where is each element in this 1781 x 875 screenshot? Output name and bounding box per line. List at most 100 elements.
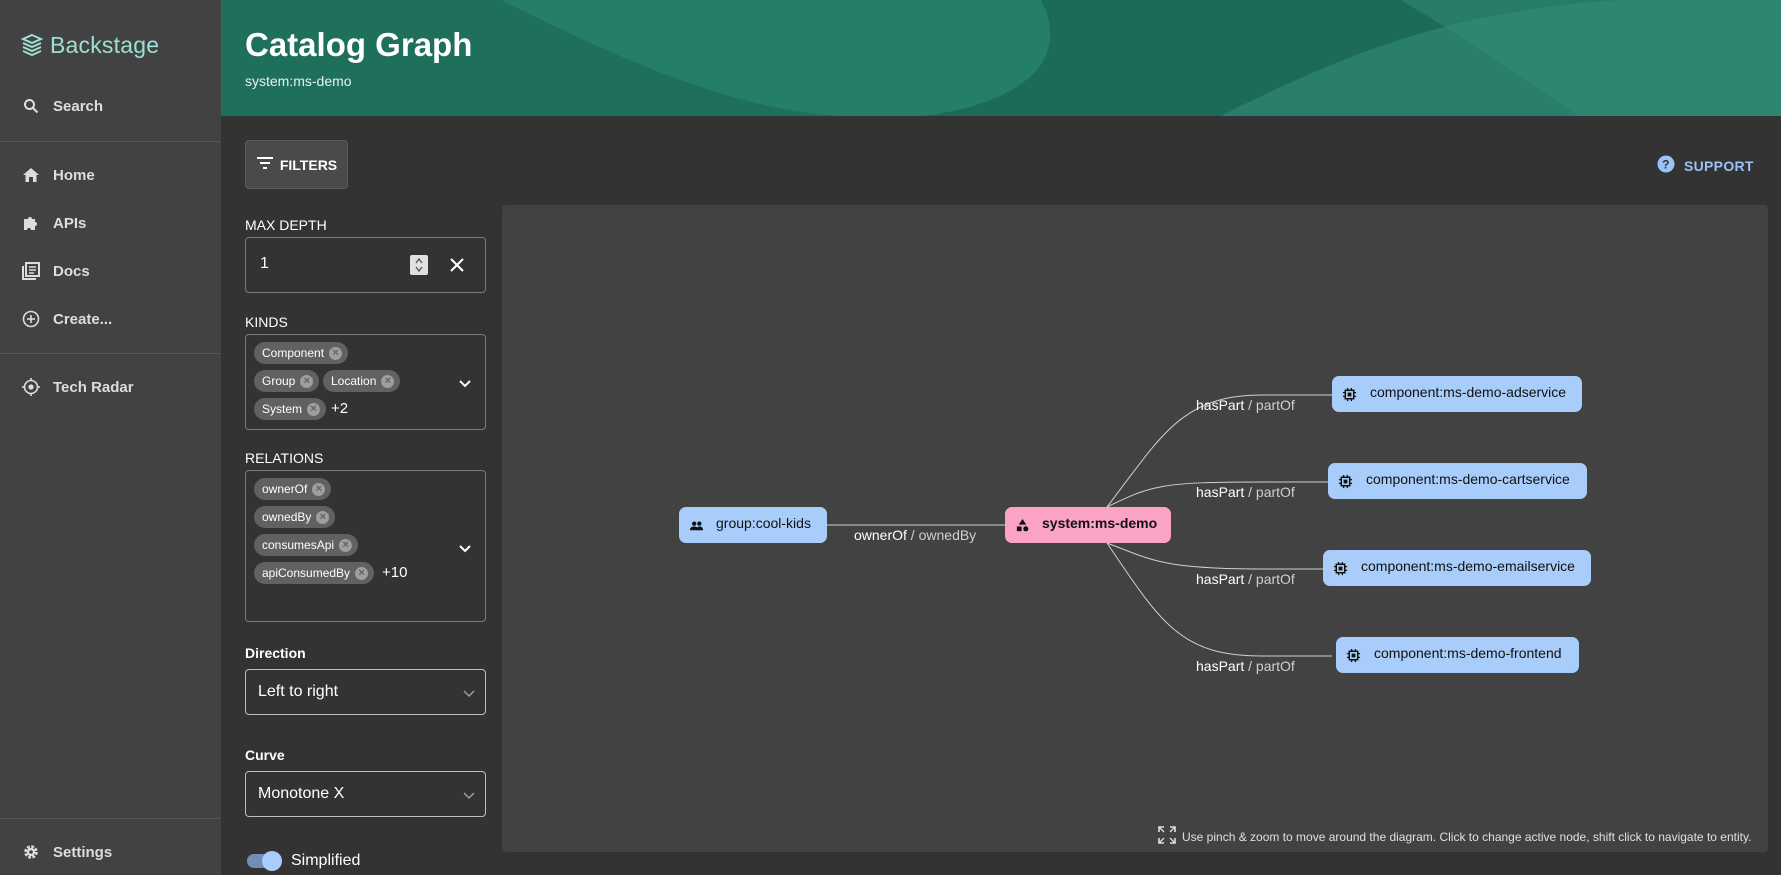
edge-label-haspart: hasPart / partOf — [1196, 571, 1295, 587]
sidebar: Backstage Search Home APIs Docs Create..… — [0, 0, 221, 875]
kind-chip[interactable]: Component × — [254, 342, 349, 364]
sidebar-item-tech-radar[interactable]: Tech Radar — [0, 365, 221, 409]
relations-more-count: +10 — [382, 564, 408, 581]
edge-inverse-relation: partOf — [1255, 571, 1295, 587]
sidebar-item-label: Create... — [53, 310, 113, 328]
curve-select[interactable]: Monotone X — [245, 771, 486, 817]
help-icon: ? — [1657, 155, 1675, 176]
filters-button-label: FILTERS — [279, 156, 338, 173]
support-label: SUPPORT — [1684, 157, 1754, 174]
add-circle-icon — [22, 310, 40, 328]
simplified-label: Simplified — [291, 852, 361, 869]
memory-chip-icon — [1338, 474, 1353, 489]
chevron-down-icon[interactable] — [458, 376, 472, 394]
page-header: Catalog Graph system:ms-demo — [221, 0, 1781, 116]
graph-node-system[interactable]: system:ms-demo — [1005, 507, 1171, 543]
chip-remove-icon[interactable]: × — [329, 346, 343, 360]
toggle-switch[interactable] — [245, 850, 285, 872]
chip-remove-icon[interactable]: × — [355, 566, 369, 580]
filters-button[interactable]: FILTERS — [245, 140, 348, 189]
chip-label: Location — [331, 374, 377, 388]
graph-node-cartservice[interactable]: component:ms-demo-cartservice — [1328, 463, 1587, 499]
catalog-graph-canvas[interactable]: group:cool-kids system:ms-demo component… — [502, 205, 1768, 852]
kind-chip[interactable]: Location × — [323, 370, 401, 392]
sidebar-item-search[interactable]: Search — [0, 84, 221, 128]
edge-separator: / — [1244, 658, 1256, 674]
backstage-logo[interactable]: Backstage — [20, 32, 159, 59]
curve-label: Curve — [245, 747, 285, 763]
edge-inverse-relation: ownedBy — [918, 527, 977, 543]
library-icon — [22, 262, 40, 280]
graph-node-emailservice[interactable]: component:ms-demo-emailservice — [1323, 550, 1591, 586]
edge-separator: / — [1244, 484, 1256, 500]
direction-label: Direction — [245, 645, 306, 661]
graph-node-frontend[interactable]: component:ms-demo-frontend — [1336, 637, 1579, 673]
page-title: Catalog Graph — [245, 26, 473, 63]
sidebar-item-label: APIs — [53, 214, 87, 232]
sidebar-item-label: Home — [53, 166, 95, 184]
relation-chip[interactable]: consumesApi × — [254, 534, 359, 556]
sidebar-item-create[interactable]: Create... — [0, 297, 221, 341]
relation-chip[interactable]: ownerOf × — [254, 478, 332, 500]
chip-remove-icon[interactable]: × — [300, 374, 314, 388]
relations-select[interactable]: ownerOf × ownedBy × consumesApi × apiConsum… — [245, 470, 486, 622]
edge-label-haspart: hasPart / partOf — [1196, 397, 1295, 413]
chip-remove-icon[interactable]: × — [312, 482, 326, 496]
edge-relation: hasPart — [1196, 397, 1245, 413]
edge-relation: hasPart — [1196, 658, 1245, 674]
puzzle-icon — [22, 214, 40, 232]
sidebar-item-label: Docs — [53, 262, 90, 280]
node-label: component:ms-demo-frontend — [1374, 645, 1562, 661]
kind-chip[interactable]: Group × — [254, 370, 320, 392]
kind-chip[interactable]: System × — [254, 398, 327, 420]
chip-label: Component — [262, 346, 325, 360]
chip-label: Group — [262, 374, 296, 388]
chip-remove-icon[interactable]: × — [381, 374, 395, 388]
max-depth-field[interactable]: 1 — [245, 237, 486, 293]
chip-label: System — [262, 402, 303, 416]
number-stepper[interactable] — [410, 255, 428, 275]
chevron-down-icon[interactable] — [458, 541, 472, 559]
edge-label-haspart: hasPart / partOf — [1196, 658, 1295, 674]
node-label: group:cool-kids — [716, 515, 811, 531]
chip-remove-icon[interactable]: × — [339, 538, 353, 552]
edge-relation: hasPart — [1196, 484, 1245, 500]
chevron-down-icon — [463, 787, 475, 805]
sidebar-item-label: Tech Radar — [53, 378, 134, 396]
edge-inverse-relation: partOf — [1255, 658, 1295, 674]
sidebar-item-home[interactable]: Home — [0, 153, 221, 197]
zoom-out-map-icon — [1158, 826, 1176, 847]
svg-text:?: ? — [1662, 158, 1670, 172]
kinds-select[interactable]: Component × Group × Location × System × +2 — [245, 334, 486, 430]
memory-chip-icon — [1346, 648, 1361, 663]
max-depth-label: MAX DEPTH — [245, 217, 327, 233]
radar-icon — [22, 378, 40, 396]
graph-node-adservice[interactable]: component:ms-demo-adservice — [1332, 376, 1582, 412]
graph-hint: Use pinch & zoom to move around the diag… — [1158, 826, 1751, 847]
filter-list-icon — [256, 156, 274, 173]
relations-label: RELATIONS — [245, 450, 324, 466]
graph-node-group[interactable]: group:cool-kids — [679, 507, 827, 543]
support-button[interactable]: ? SUPPORT — [1657, 155, 1754, 176]
edge-separator: / — [1244, 571, 1256, 587]
kinds-label: KINDS — [245, 314, 288, 330]
clear-icon[interactable] — [449, 257, 465, 278]
chip-remove-icon[interactable]: × — [316, 510, 330, 524]
memory-chip-icon — [1342, 387, 1357, 402]
relation-chip[interactable]: apiConsumedBy × — [254, 562, 375, 584]
sidebar-item-apis[interactable]: APIs — [0, 201, 221, 245]
edge-relation: ownerOf — [854, 527, 907, 543]
edge-label-ownership: ownerOf / ownedBy — [854, 527, 976, 543]
sidebar-item-docs[interactable]: Docs — [0, 249, 221, 293]
direction-value: Left to right — [258, 683, 339, 700]
chip-label: ownerOf — [262, 482, 308, 496]
home-icon — [22, 166, 40, 184]
sidebar-item-settings[interactable]: Settings — [0, 830, 221, 874]
relation-chip[interactable]: ownedBy × — [254, 506, 336, 528]
system-category-icon — [1016, 518, 1029, 532]
max-depth-value[interactable]: 1 — [260, 255, 269, 273]
direction-select[interactable]: Left to right — [245, 669, 486, 715]
curve-value: Monotone X — [258, 785, 345, 802]
backstage-logo-icon — [20, 33, 44, 56]
chip-remove-icon[interactable]: × — [307, 402, 321, 416]
